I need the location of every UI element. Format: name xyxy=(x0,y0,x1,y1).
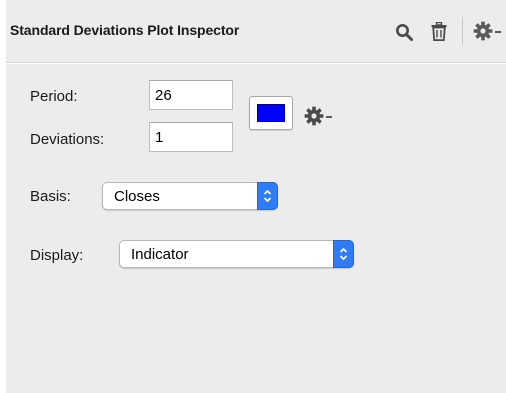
header-divider xyxy=(462,17,463,45)
deviations-label: Deviations: xyxy=(30,131,105,148)
display-select[interactable]: Indicator xyxy=(119,240,354,268)
period-field[interactable]: 26 xyxy=(149,80,233,110)
gear-icon[interactable] xyxy=(473,21,493,41)
trash-icon[interactable] xyxy=(431,22,447,41)
chevron-down-icon[interactable] xyxy=(326,116,332,118)
updown-icon[interactable] xyxy=(333,240,354,268)
basis-select-value: Closes xyxy=(114,188,160,205)
color-swatch xyxy=(257,104,285,122)
deviations-field[interactable]: 1 xyxy=(149,122,233,152)
display-label: Display: xyxy=(30,247,84,264)
period-label: Period: xyxy=(30,88,78,105)
inspector-header: Standard Deviations Plot Inspector xyxy=(6,0,506,63)
updown-icon[interactable] xyxy=(257,182,278,210)
chevron-down-icon[interactable] xyxy=(495,31,501,33)
gear-icon[interactable] xyxy=(304,106,324,126)
color-well[interactable] xyxy=(249,96,293,130)
basis-label: Basis: xyxy=(30,188,71,205)
basis-select[interactable]: Closes xyxy=(102,182,278,210)
panel-title: Standard Deviations Plot Inspector xyxy=(10,22,240,38)
search-icon[interactable] xyxy=(395,23,413,41)
display-select-value: Indicator xyxy=(131,246,189,263)
inspector-panel: Standard Deviations Plot Inspector Perio… xyxy=(6,0,506,393)
